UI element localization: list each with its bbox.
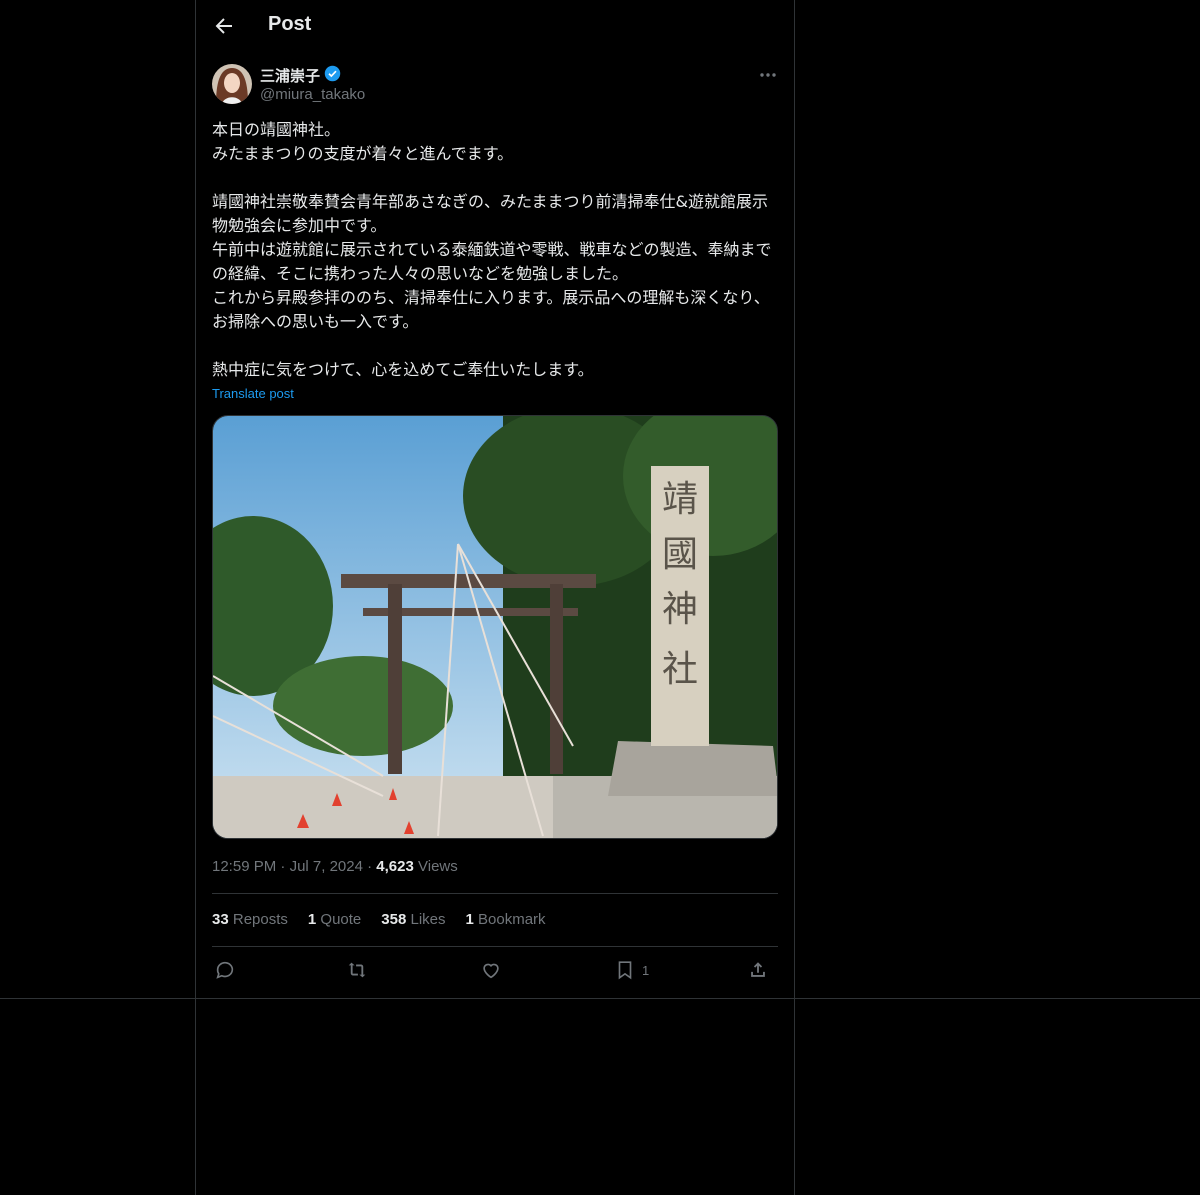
back-arrow-icon[interactable] xyxy=(212,14,236,38)
main-column: Post 三浦崇子 @miura_takako 本日の靖國神社。 みたままつりの… xyxy=(195,0,795,1195)
share-icon[interactable] xyxy=(747,958,769,982)
quotes-label: Quote xyxy=(320,911,362,928)
reposts-label: Reposts xyxy=(232,911,288,928)
repost-icon[interactable] xyxy=(346,958,368,982)
likes-label: Likes xyxy=(410,911,446,928)
likes-count: 358 xyxy=(381,911,407,928)
page-header: Post xyxy=(196,0,794,53)
more-options-icon[interactable] xyxy=(758,65,778,85)
reply-icon[interactable] xyxy=(214,958,236,982)
views-count: 4,623 xyxy=(376,858,414,875)
post-text: 本日の靖國神社。 みたままつりの支度が着々と進んでます。 靖國神社崇敬奉賛会青年… xyxy=(212,120,772,379)
quotes-stat[interactable]: 1 Quote xyxy=(308,911,361,928)
reposts-stat[interactable]: 33 Reposts xyxy=(212,911,288,928)
bookmark-count: 1 xyxy=(642,962,650,978)
stone-char-4: 社 xyxy=(662,649,698,690)
author-handle[interactable]: @miura_takako xyxy=(260,86,365,103)
translate-post-link[interactable]: Translate post xyxy=(212,386,294,401)
post-date[interactable]: Jul 7, 2024 xyxy=(290,858,363,875)
like-icon[interactable] xyxy=(480,958,502,982)
divider xyxy=(212,893,778,894)
stone-char-1: 靖 xyxy=(662,479,698,520)
divider xyxy=(212,946,778,947)
page-title: Post xyxy=(268,13,312,35)
timeline-divider xyxy=(0,998,1200,999)
bookmarks-stat[interactable]: 1 Bookmark xyxy=(466,911,546,928)
bookmarks-label: Bookmark xyxy=(478,911,546,928)
stone-char-3: 神 xyxy=(662,589,698,630)
verified-badge-icon xyxy=(324,65,341,86)
post-meta: 12:59 PM · Jul 7, 2024 · 4,623 Views xyxy=(212,858,458,875)
likes-stat[interactable]: 358 Likes xyxy=(381,911,445,928)
stone-char-2: 國 xyxy=(662,534,698,575)
bookmark-icon xyxy=(618,961,632,980)
bookmarks-count: 1 xyxy=(465,911,474,928)
avatar[interactable] xyxy=(212,64,252,104)
bookmark-button[interactable]: 1 xyxy=(614,958,649,982)
reposts-count: 33 xyxy=(212,911,229,928)
action-bar: 1 xyxy=(212,958,778,984)
quotes-count: 1 xyxy=(307,911,317,928)
author-name-text: 三浦崇子 xyxy=(260,67,321,85)
engagement-stats: 33 Reposts 1 Quote 358 Likes 1 Bookmark xyxy=(212,911,546,928)
views-label: Views xyxy=(418,858,458,875)
post-time[interactable]: 12:59 PM xyxy=(212,858,276,875)
post-image[interactable]: 靖 國 神 社 xyxy=(212,415,778,839)
author-name[interactable]: 三浦崇子 xyxy=(260,65,341,86)
